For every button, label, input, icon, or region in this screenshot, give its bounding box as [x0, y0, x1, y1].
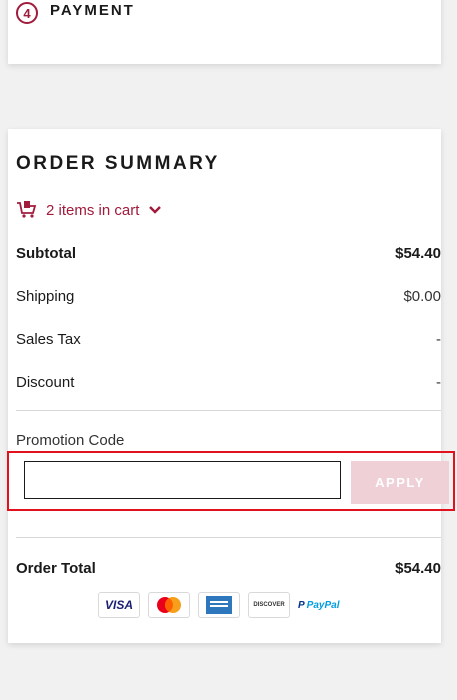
mastercard-icon	[148, 592, 190, 618]
chevron-down-icon	[149, 206, 162, 214]
subtotal-value: $54.40	[395, 245, 441, 262]
step-label: PAYMENT	[50, 2, 135, 19]
paypal-icon: P PayPal	[298, 600, 339, 611]
amex-icon	[198, 592, 240, 618]
divider	[16, 537, 441, 538]
shipping-label: Shipping	[16, 288, 75, 305]
visa-label: VISA	[104, 598, 133, 612]
payment-methods: VISA DISCOVER P PayPal	[98, 592, 339, 618]
discount-value: -	[436, 374, 441, 391]
promotion-code-input[interactable]	[24, 461, 341, 499]
sales-tax-label: Sales Tax	[16, 331, 81, 348]
subtotal-row: Subtotal $54.40	[16, 245, 441, 262]
sales-tax-value: -	[436, 331, 441, 348]
cart-icon	[17, 201, 37, 218]
paypal-label: PayPal	[306, 599, 340, 611]
discover-label: DISCOVER	[253, 602, 285, 608]
cart-toggle[interactable]: 2 items in cart	[16, 201, 169, 219]
divider	[16, 410, 441, 411]
cart-toggle-label: 2 items in cart	[46, 201, 140, 219]
shipping-row: Shipping $0.00	[16, 288, 441, 305]
subtotal-label: Subtotal	[16, 245, 76, 262]
paypal-mark: P	[298, 599, 305, 611]
discover-icon: DISCOVER	[248, 592, 290, 618]
sales-tax-row: Sales Tax -	[16, 331, 441, 348]
order-total-row: Order Total $54.40	[16, 560, 441, 577]
promotion-code-label: Promotion Code	[16, 432, 125, 449]
order-total-label: Order Total	[16, 560, 96, 577]
step-number: 4	[16, 2, 38, 24]
discount-label: Discount	[16, 374, 75, 391]
order-summary: ORDER SUMMARY 2 items in cart Subtotal $…	[7, 129, 455, 643]
summary-title: ORDER SUMMARY	[16, 153, 220, 174]
discount-row: Discount -	[16, 374, 441, 391]
checkout-step-payment[interactable]: 4 PAYMENT	[8, 0, 441, 64]
apply-button[interactable]: APPLY	[351, 461, 449, 504]
order-total-value: $54.40	[395, 560, 441, 577]
visa-icon: VISA	[98, 592, 140, 618]
shipping-value: $0.00	[403, 288, 441, 305]
